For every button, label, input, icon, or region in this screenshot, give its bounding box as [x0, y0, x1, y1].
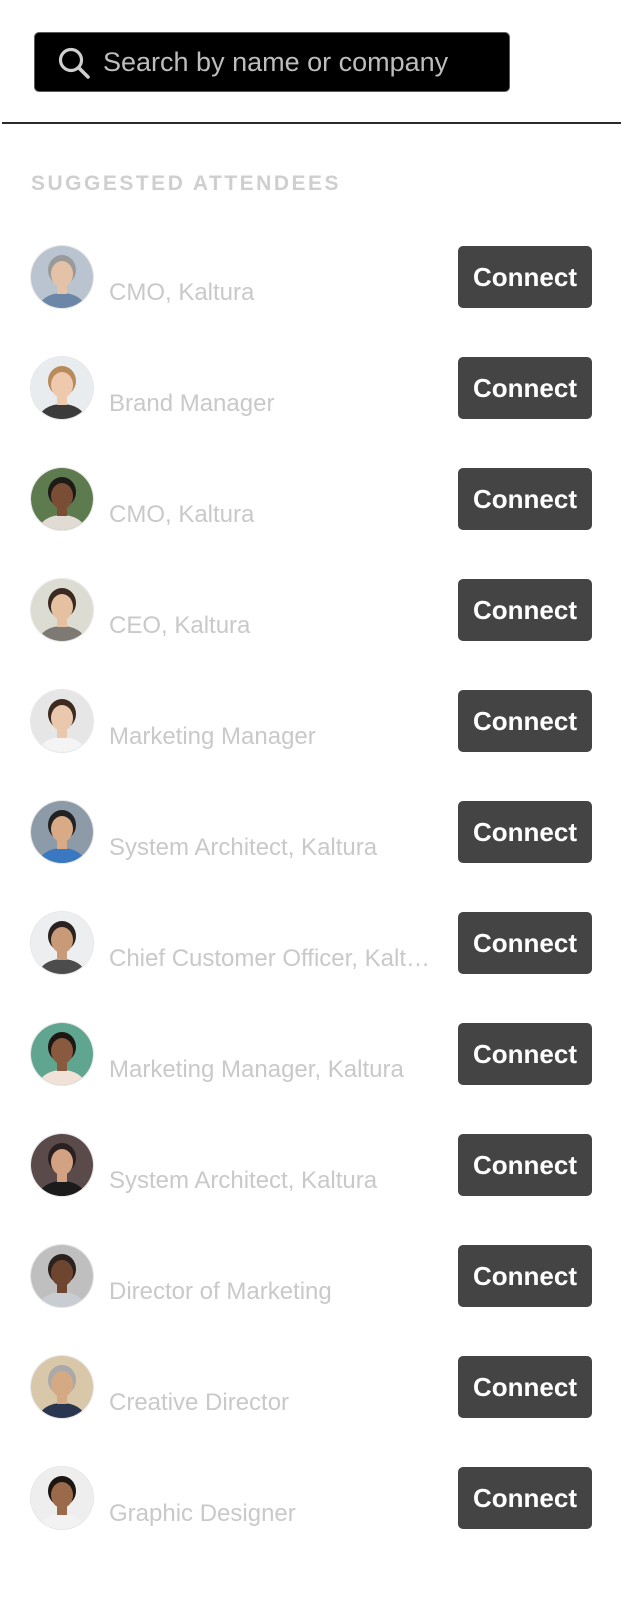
- section-title: SUGGESTED ATTENDEES: [31, 172, 342, 195]
- attendee-row: System Architect, Kaltura Connect: [0, 801, 640, 912]
- attendee-title: CEO, Kaltura: [109, 612, 251, 639]
- attendee-avatar[interactable]: [31, 1356, 93, 1418]
- attendee-name[interactable]: [109, 1144, 439, 1164]
- attendee-name[interactable]: [109, 1366, 439, 1386]
- attendee-avatar[interactable]: [31, 1245, 93, 1307]
- attendee-avatar[interactable]: [31, 801, 93, 863]
- connect-button[interactable]: Connect: [458, 579, 592, 641]
- attendee-avatar[interactable]: [31, 357, 93, 419]
- attendee-row: CMO, Kaltura Connect: [0, 246, 640, 357]
- attendee-title: Creative Director: [109, 1389, 290, 1416]
- attendee-name[interactable]: [109, 811, 439, 831]
- attendee-title: Chief Customer Officer, Kaltura: [109, 945, 437, 972]
- attendee-name[interactable]: [109, 1033, 439, 1053]
- attendee-name[interactable]: [109, 922, 439, 942]
- attendee-name[interactable]: [109, 1477, 439, 1497]
- attendee-avatar[interactable]: [31, 1467, 93, 1529]
- attendee-avatar[interactable]: [31, 912, 93, 974]
- attendee-title: Brand Manager: [109, 390, 275, 417]
- connect-button[interactable]: Connect: [458, 357, 592, 419]
- attendee-title: Graphic Designer: [109, 1500, 296, 1527]
- attendee-row: Chief Customer Officer, Kaltura Connect: [0, 912, 640, 1023]
- attendee-row: Marketing Manager, Kaltura Connect: [0, 1023, 640, 1134]
- attendee-avatar[interactable]: [31, 1023, 93, 1085]
- attendee-title: Marketing Manager, Kaltura: [109, 1056, 404, 1083]
- attendee-row: Brand Manager Connect: [0, 357, 640, 468]
- attendee-name[interactable]: [109, 1255, 439, 1275]
- attendee-row: System Architect, Kaltura Connect: [0, 1134, 640, 1245]
- connect-button[interactable]: Connect: [458, 1356, 592, 1418]
- attendee-row: Marketing Manager Connect: [0, 690, 640, 801]
- attendee-row: Creative Director Connect: [0, 1356, 640, 1467]
- connect-button[interactable]: Connect: [458, 1134, 592, 1196]
- attendee-avatar[interactable]: [31, 690, 93, 752]
- attendee-name[interactable]: [109, 478, 439, 498]
- attendee-title: System Architect, Kaltura: [109, 834, 378, 861]
- attendee-title: CMO, Kaltura: [109, 501, 255, 528]
- attendee-name[interactable]: [109, 700, 439, 720]
- header-divider: [2, 122, 621, 124]
- attendee-row: Graphic Designer Connect: [0, 1467, 640, 1578]
- attendee-name[interactable]: [109, 256, 439, 276]
- attendee-row: Director of Marketing Connect: [0, 1245, 640, 1356]
- attendee-title: Director of Marketing: [109, 1278, 332, 1305]
- attendee-avatar[interactable]: [31, 468, 93, 530]
- connect-button[interactable]: Connect: [458, 246, 592, 308]
- attendee-list: CMO, Kaltura Connect Brand Manager Conne…: [0, 246, 640, 1578]
- attendee-title: Marketing Manager: [109, 723, 316, 750]
- search-box[interactable]: [34, 32, 510, 92]
- attendee-row: CEO, Kaltura Connect: [0, 579, 640, 690]
- connect-button[interactable]: Connect: [458, 1023, 592, 1085]
- connect-button[interactable]: Connect: [458, 801, 592, 863]
- search-icon: [57, 46, 91, 80]
- attendee-avatar[interactable]: [31, 579, 93, 641]
- attendee-title: System Architect, Kaltura: [109, 1167, 378, 1194]
- connect-button[interactable]: Connect: [458, 468, 592, 530]
- connect-button[interactable]: Connect: [458, 690, 592, 752]
- attendee-name[interactable]: [109, 367, 439, 387]
- attendee-avatar[interactable]: [31, 246, 93, 308]
- attendee-title: CMO, Kaltura: [109, 279, 255, 306]
- attendee-row: CMO, Kaltura Connect: [0, 468, 640, 579]
- attendee-name[interactable]: [109, 589, 439, 609]
- connect-button[interactable]: Connect: [458, 1467, 592, 1529]
- search-input[interactable]: [103, 33, 493, 91]
- connect-button[interactable]: Connect: [458, 1245, 592, 1307]
- connect-button[interactable]: Connect: [458, 912, 592, 974]
- attendee-avatar[interactable]: [31, 1134, 93, 1196]
